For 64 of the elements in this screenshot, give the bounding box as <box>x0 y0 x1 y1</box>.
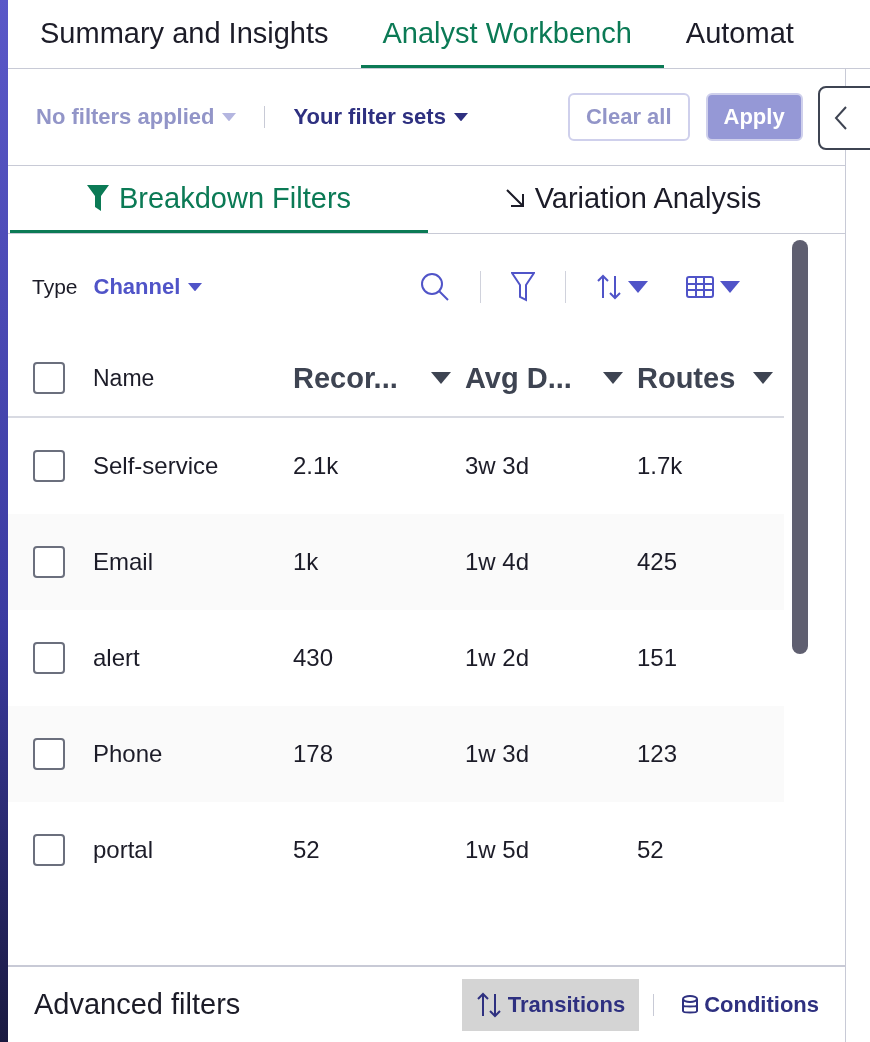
chevron-left-icon <box>834 105 848 131</box>
table-cell-text: portal <box>93 836 155 864</box>
caret-icon <box>720 281 740 293</box>
table-cell-text: 2.1k <box>293 452 340 480</box>
table-cell-text: 1w 4d <box>465 548 531 576</box>
sub-tab[interactable]: Variation Analysis <box>428 166 838 233</box>
caret-icon <box>188 282 203 292</box>
table-cell-text: 52 <box>637 836 665 864</box>
column-header[interactable]: Avg D... <box>465 361 637 395</box>
sort-icon <box>475 991 502 1018</box>
sort-button[interactable] <box>596 274 648 300</box>
type-label: Type <box>32 275 78 299</box>
checkbox[interactable] <box>33 546 65 578</box>
collapse-button[interactable] <box>818 86 870 150</box>
column-header[interactable]: Routes <box>637 361 787 395</box>
nav-tab[interactable]: Summary and Insights <box>18 0 361 68</box>
checkbox[interactable] <box>33 362 65 394</box>
checkbox[interactable] <box>33 738 65 770</box>
column-header[interactable]: Name <box>93 364 293 392</box>
filter-sets-dropdown[interactable]: Your filter sets <box>293 104 468 130</box>
transitions-button[interactable]: Transitions <box>461 978 640 1031</box>
search-icon[interactable] <box>420 272 450 302</box>
table-cell-text: 1k <box>293 548 320 576</box>
database-icon <box>682 994 699 1015</box>
tab-label: Breakdown Filters <box>118 181 352 215</box>
caret-icon <box>222 112 237 122</box>
advanced-filters-title: Advanced filters <box>34 988 241 1021</box>
table-cell-text: Self-service <box>93 452 220 480</box>
table-cell-text: Phone <box>93 740 164 768</box>
table-cell-text: 123 <box>637 740 679 768</box>
table-cell-text: 1w 2d <box>465 644 531 672</box>
table-cell-text: 178 <box>293 740 335 768</box>
type-dropdown[interactable]: Channel <box>93 274 203 300</box>
table-cell-text: Email <box>93 548 154 576</box>
sub-tab[interactable]: Breakdown Filters <box>10 166 428 233</box>
checkbox[interactable] <box>33 450 65 482</box>
table-icon <box>686 276 714 298</box>
table-cell-text: 1.7k <box>637 452 684 480</box>
sort-icon <box>596 274 622 300</box>
table-cell-text: 425 <box>637 548 679 576</box>
columns-button[interactable] <box>686 276 740 298</box>
caret-icon <box>431 372 451 384</box>
table-cell-text: 3w 3d <box>465 452 531 480</box>
conditions-button[interactable]: Conditions <box>668 978 833 1031</box>
table-cell-text: 1w 3d <box>465 740 531 768</box>
nav-tab[interactable]: Analyst Workbench <box>360 0 664 68</box>
checkbox[interactable] <box>33 642 65 674</box>
caret-icon <box>753 372 773 384</box>
nav-tab[interactable]: Automat <box>663 0 826 68</box>
arrow-icon <box>504 188 525 208</box>
caret-icon <box>628 281 648 293</box>
scrollbar[interactable] <box>792 240 808 654</box>
table-cell-text: 1w 5d <box>465 836 531 864</box>
table-cell-text: 151 <box>637 644 679 672</box>
filter-icon[interactable] <box>511 272 535 302</box>
funnel-icon <box>86 185 109 211</box>
table-cell-text: 430 <box>293 644 335 672</box>
caret-icon <box>453 112 468 122</box>
caret-icon <box>603 372 623 384</box>
checkbox[interactable] <box>33 834 65 866</box>
table-cell-text: alert <box>93 644 141 672</box>
table-cell-text: 52 <box>293 836 321 864</box>
tab-label: Variation Analysis <box>534 181 762 215</box>
column-header[interactable]: Recor... <box>293 361 465 395</box>
